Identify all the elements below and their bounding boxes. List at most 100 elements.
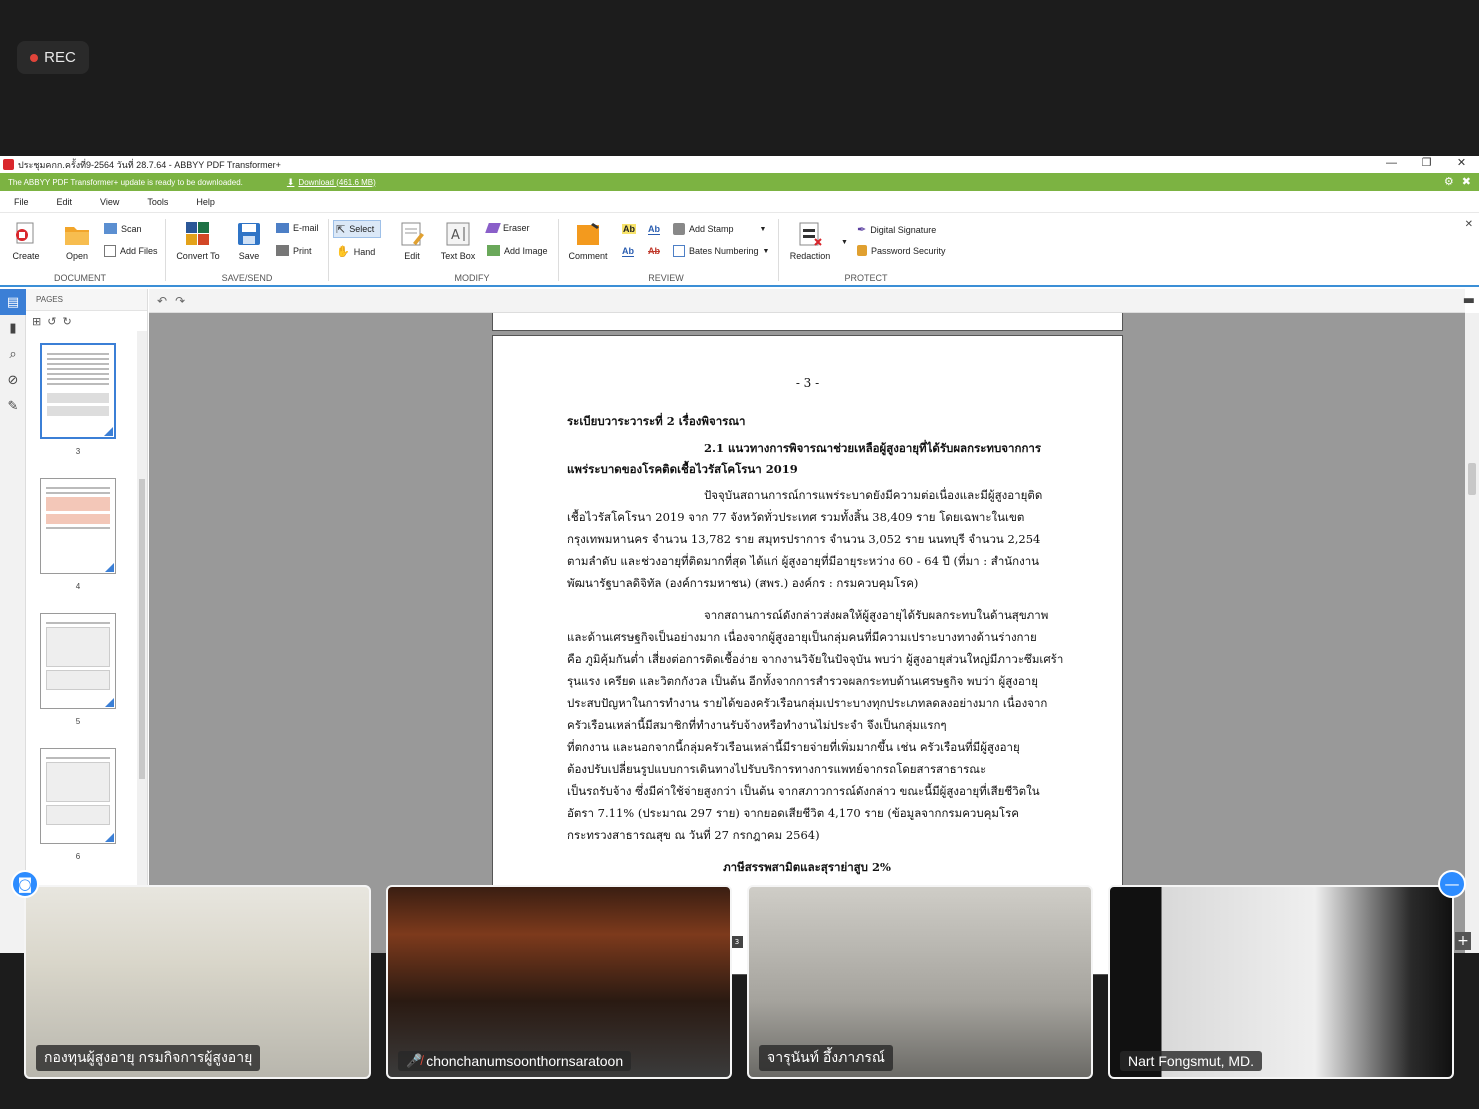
save-label: Save [238, 251, 260, 261]
group-document-label: DOCUMENT [54, 273, 106, 283]
title-bar: ประชุมคกก.ครั้งที่9-2564 วันที่ 28.7.64 … [0, 156, 1479, 173]
menu-help[interactable]: Help [196, 197, 215, 207]
edit-button[interactable]: Edit [396, 221, 428, 261]
text-box-button[interactable]: A Text Box [438, 221, 478, 261]
eraser-button[interactable]: Eraser [485, 223, 530, 233]
page-thumbnail[interactable] [40, 613, 116, 709]
attachment-icon[interactable]: ⊘ [0, 367, 26, 393]
document-toolbar: ↶ ↷ ▬ [149, 289, 1475, 313]
page-number: - 3 - [795, 376, 820, 390]
signature-icon[interactable]: ✎ [0, 393, 26, 419]
close-ribbon-icon[interactable]: ✕ [1465, 219, 1473, 230]
print-button[interactable]: Print [276, 245, 312, 256]
rotate-left-icon[interactable]: ↺ [47, 315, 56, 328]
paragraph-line: คือ ภูมิคุ้มกันต่ำ เสี่ยงต่อการติดเชื้อง… [567, 652, 1064, 666]
convert-to-label: Convert To [176, 251, 220, 261]
rotate-right-icon[interactable]: ↻ [62, 315, 71, 328]
close-window-button[interactable]: ✕ [1444, 156, 1479, 173]
page-thumbnail[interactable] [40, 343, 116, 439]
paragraph-line: อัตรา 7.11% (ประมาณ 297 ราย) จากยอดเสียช… [567, 806, 1019, 820]
zoom-in-button[interactable]: + [1455, 932, 1471, 950]
password-security-button[interactable]: Password Security [857, 245, 946, 256]
chevron-down-icon[interactable]: ▼ [763, 248, 770, 255]
paragraph-line: กระทรวงสาธารณสุข ณ วันที่ 27 กรกฎาคม 256… [567, 828, 820, 842]
participants-icon[interactable]: ◙ [11, 870, 39, 898]
pages-scrollbar-thumb[interactable] [139, 479, 145, 779]
participant-video-tile[interactable]: กองทุนผู้สูงอายุ กรมกิจการผู้สูงอายุ [24, 885, 371, 1079]
page-thumbnail-number: 6 [75, 852, 81, 861]
open-button[interactable]: Open [60, 221, 94, 261]
redo-icon[interactable]: ↷ [175, 294, 185, 308]
dismiss-update-icon[interactable]: ✖ [1462, 175, 1471, 188]
paragraph-line: พัฒนารัฐบาลดิจิทัล (องค์การมหาชน) (สพร.)… [567, 576, 919, 590]
menu-bar: File Edit View Tools Help [0, 191, 1479, 213]
thumbnail-corner-icon [105, 563, 114, 572]
print-label: Print [293, 245, 312, 256]
page-thumbnail[interactable] [40, 748, 116, 844]
thumbnail-corner-icon [105, 833, 114, 842]
underline-text-icon[interactable]: Ab [648, 224, 660, 235]
thumbnail-corner-icon [105, 698, 114, 707]
print-icon [276, 245, 289, 256]
paragraph-line: ต้องปรับเปลี่ยนรูปแบบการเดินทางไปรับบริก… [567, 762, 987, 776]
open-label: Open [65, 251, 89, 261]
redaction-button[interactable]: Redaction [786, 221, 834, 261]
paragraph-line: รุนแรง เครียด และวิตกกังวล เป็นต้น อีกทั… [567, 674, 1038, 688]
comments-pane-icon[interactable]: ▬ [1463, 293, 1475, 308]
pages-panel-toolbar: ⊞ ↺ ↻ [26, 311, 147, 331]
update-message: The ABBYY PDF Transformer+ update is rea… [8, 177, 243, 187]
bates-numbering-button[interactable]: Bates Numbering ▼ [673, 245, 769, 257]
strikeout-text-icon[interactable]: Ab [648, 246, 660, 256]
agenda-heading: ระเบียบวาระวาระที่ 2 เรื่องพิจารณา [567, 414, 746, 428]
convert-to-button[interactable]: Convert To [174, 221, 222, 261]
highlight-text-icon[interactable]: Ab [622, 224, 636, 234]
pages-scrollbar[interactable] [137, 331, 147, 891]
undo-icon[interactable]: ↶ [157, 294, 167, 308]
document-scrollbar-thumb[interactable] [1468, 463, 1476, 495]
text-box-label: Text Box [440, 251, 476, 261]
add-files-button[interactable]: Add Files [104, 245, 158, 257]
download-link[interactable]: ⬇ Download (461.6 MB) [287, 177, 376, 188]
search-icon[interactable]: ⌕ [0, 341, 26, 367]
group-protect-label: PROTECT [844, 273, 888, 283]
folder-icon [65, 227, 89, 245]
scan-button[interactable]: Scan [104, 223, 142, 234]
save-button[interactable]: Save [234, 221, 264, 261]
paragraph-line: ตามลำดับ และช่วงอายุที่ติดมากที่สุด ได้แ… [567, 554, 1040, 568]
screen: REC ประชุมคกก.ครั้งที่9-2564 วันที่ 28.7… [0, 0, 1479, 1109]
add-image-button[interactable]: Add Image [487, 245, 548, 256]
settings-icon[interactable]: ⚙ [1444, 175, 1454, 188]
menu-edit[interactable]: Edit [57, 197, 73, 207]
squiggly-text-icon[interactable]: Ab [622, 246, 634, 257]
chevron-down-icon[interactable]: ▼ [760, 226, 767, 233]
create-button[interactable]: Create [8, 221, 44, 261]
add-stamp-label: Add Stamp [689, 224, 734, 234]
digital-signature-button[interactable]: ✒ Digital Signature [857, 223, 936, 236]
insert-page-icon[interactable]: ⊞ [32, 315, 41, 328]
document-scrollbar[interactable] [1465, 313, 1479, 953]
email-button[interactable]: E-mail [276, 223, 319, 233]
bookmark-icon[interactable]: ▮ [0, 315, 26, 341]
select-tool-button[interactable]: ⇱ Select [333, 220, 381, 238]
participant-video-tile[interactable]: 🎤̸ chonchanumsoonthornsaratoon [386, 885, 732, 1079]
comment-button[interactable]: Comment [566, 221, 610, 261]
minimize-button[interactable]: — [1374, 156, 1409, 173]
email-icon [276, 223, 289, 233]
menu-file[interactable]: File [14, 197, 29, 207]
add-stamp-button[interactable]: Add Stamp ▼ [673, 223, 766, 235]
menu-view[interactable]: View [100, 197, 119, 207]
document-page[interactable]: - 3 - ระเบียบวาระวาระที่ 2 เรื่องพิจารณา… [492, 335, 1123, 975]
participant-video-tile[interactable]: Nart Fongsmut, MD. [1108, 885, 1454, 1079]
hand-tool-button[interactable]: ✋ Hand [336, 245, 375, 258]
participant-video-tile[interactable]: จารุนันท์ อึ้งภาภรณ์ [747, 885, 1093, 1079]
collapse-gallery-button[interactable]: — [1438, 870, 1466, 898]
section-title: 2.1 แนวทางการพิจารณาช่วยเหลือผู้สูงอายุท… [704, 441, 1042, 455]
menu-tools[interactable]: Tools [147, 197, 168, 207]
restore-button[interactable]: ❐ [1409, 156, 1444, 173]
paragraph-line: และด้านเศรษฐกิจเป็นอย่างมาก เนื่องจากผู้… [567, 630, 1037, 644]
page-thumbnail[interactable] [40, 478, 116, 574]
pages-panel-icon[interactable]: ▤ [0, 289, 26, 315]
eraser-label: Eraser [503, 223, 530, 233]
microphone-muted-icon: 🎤̸ [406, 1053, 423, 1068]
redaction-chevron-down-icon[interactable]: ▼ [841, 239, 848, 246]
